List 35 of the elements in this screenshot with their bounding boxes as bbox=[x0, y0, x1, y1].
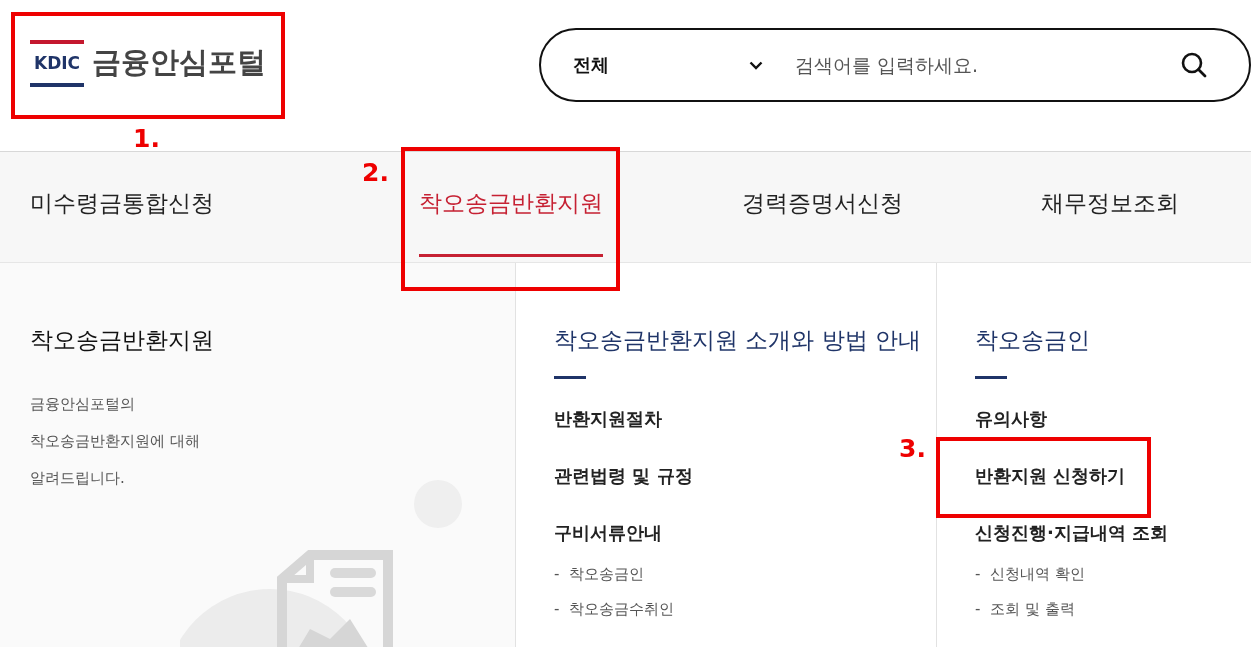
bullet-dash: - bbox=[554, 565, 560, 585]
site-logo[interactable]: KDIC 금융안심포털 bbox=[30, 38, 267, 88]
nav-tab[interactable]: 경력증명서신청 bbox=[741, 152, 903, 257]
nav-tab[interactable]: 미수령금통합신청 bbox=[30, 152, 214, 257]
column-heading: 착오송금반환지원 소개와 방법 안내 bbox=[554, 326, 922, 355]
menu-link[interactable]: 유의사항 bbox=[975, 408, 1047, 429]
submenu-link[interactable]: 신청내역 확인 bbox=[990, 565, 1086, 600]
bullet-dash: - bbox=[975, 600, 981, 620]
search-field[interactable]: 검색어를 입력하세요. bbox=[793, 53, 1147, 77]
menu-link[interactable]: 반환지원절차 bbox=[554, 408, 662, 429]
description-text: 알려드립니다. bbox=[30, 468, 126, 489]
bullet-dash: - bbox=[975, 565, 981, 585]
menu-link[interactable]: 관련법령 및 규정 bbox=[554, 465, 693, 486]
bullet-dash: - bbox=[554, 600, 560, 620]
submenu-link[interactable]: 조회 및 출력 bbox=[990, 600, 1075, 635]
menu-link[interactable]: 신청진행·지급내역 조회 bbox=[975, 522, 1169, 543]
kdic-logo-mark: KDIC bbox=[30, 39, 85, 87]
submenu-link[interactable]: 착오송금인 bbox=[569, 565, 645, 600]
description-text: 착오송금반환지원에 대해 bbox=[30, 431, 201, 452]
search-icon[interactable] bbox=[1180, 51, 1208, 79]
submenu-link[interactable]: 착오송금수취인 bbox=[569, 600, 675, 635]
scope-dropdown[interactable]: 전체 bbox=[573, 53, 763, 77]
callout-number: 1. bbox=[133, 126, 160, 151]
nav-tab[interactable]: 착오송금반환지원 bbox=[419, 152, 603, 257]
menu-link[interactable]: 반환지원 신청하기 bbox=[975, 465, 1126, 486]
panel-title: 착오송금반환지원 bbox=[30, 326, 215, 355]
menu-link[interactable]: 구비서류안내 bbox=[554, 522, 662, 543]
heading-underline bbox=[554, 376, 586, 379]
callout-number: 2. bbox=[362, 160, 389, 185]
chevron-down-icon bbox=[749, 60, 763, 70]
column-heading: 착오송금인 bbox=[975, 326, 1091, 355]
description-text: 금융안심포털의 bbox=[30, 394, 136, 415]
callout-number: 3. bbox=[899, 436, 926, 461]
nav-tab[interactable]: 채무정보조회 bbox=[1041, 152, 1179, 257]
heading-underline bbox=[975, 376, 1007, 379]
